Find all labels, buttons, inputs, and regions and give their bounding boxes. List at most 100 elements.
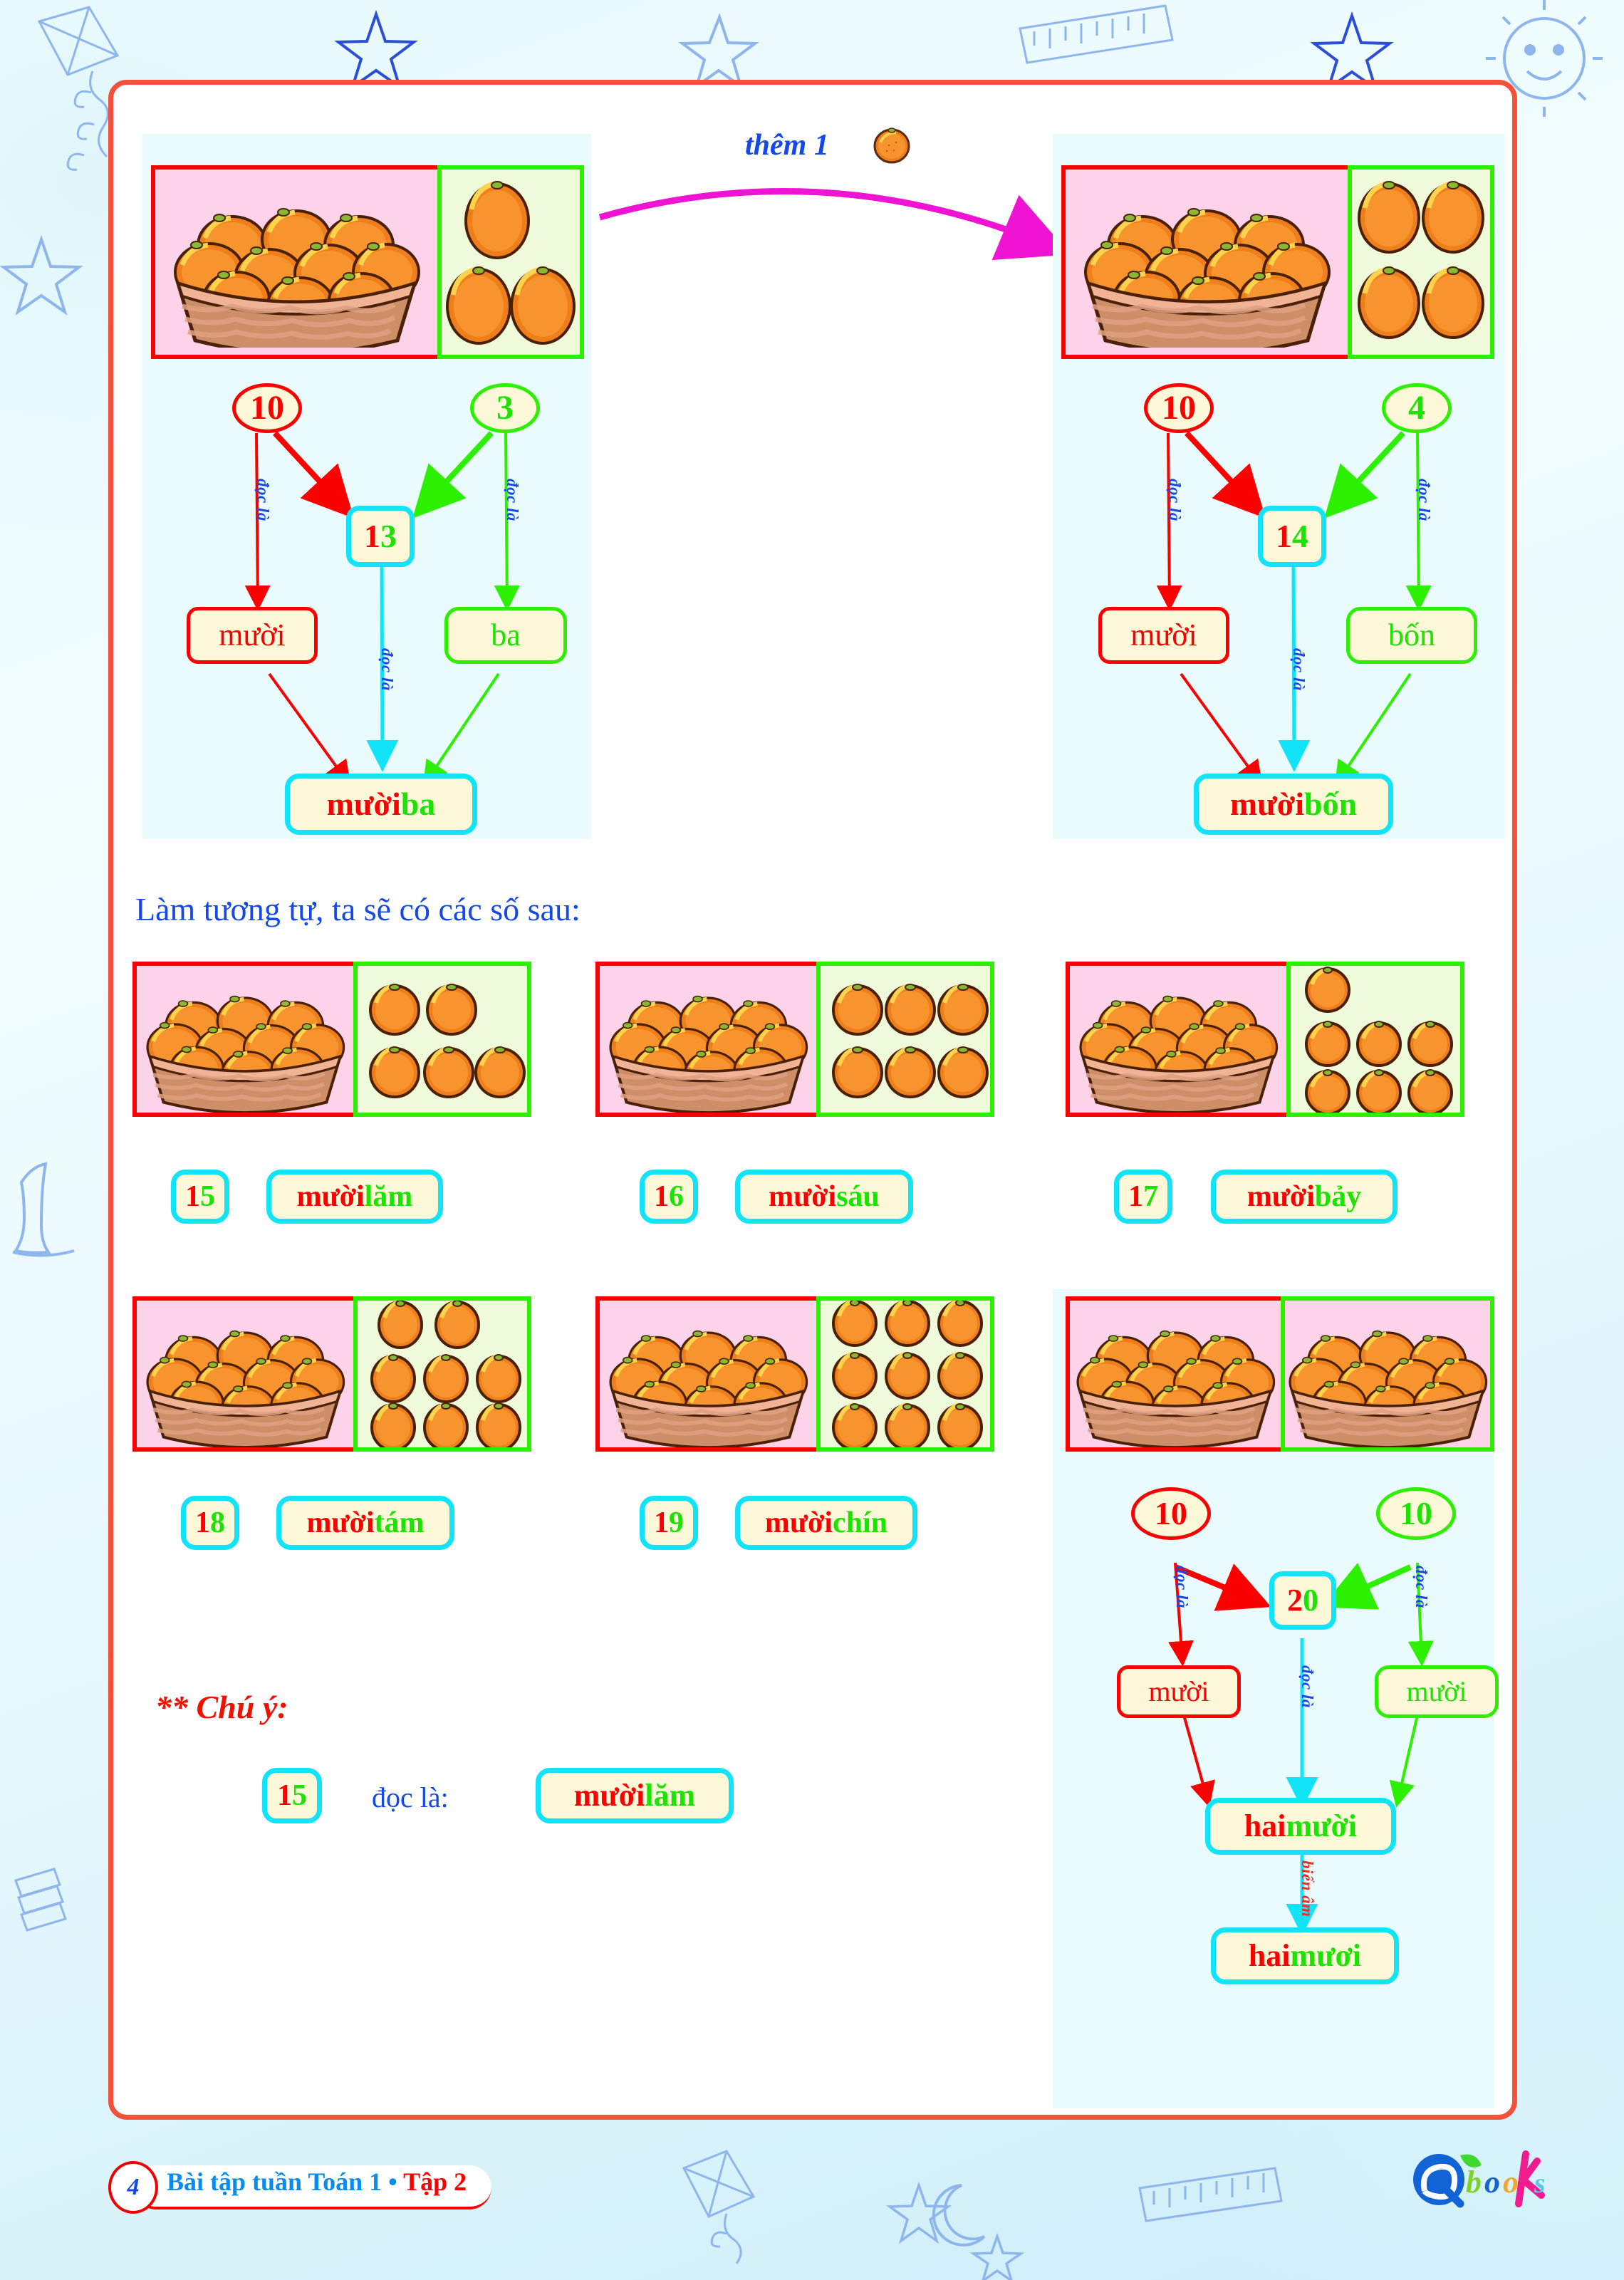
card-box-19 bbox=[595, 1296, 994, 1452]
books-icon bbox=[14, 1868, 67, 1932]
footer: 4 Bài tập tuần Toán 1 • Tập 2 bbox=[108, 2161, 493, 2217]
card-word-15-green: lăm bbox=[364, 1180, 413, 1213]
card-word-18-green: tám bbox=[374, 1506, 425, 1539]
right-label-docla-3: đọc là bbox=[1290, 648, 1308, 691]
left-word-ba: ba bbox=[444, 607, 567, 664]
left-result-muoi-ba: mười ba bbox=[285, 774, 477, 835]
card-num-19-ones: 9 bbox=[669, 1506, 684, 1539]
orange-icon-them bbox=[873, 127, 910, 164]
twenty-final-hai-muoi: hai mươi bbox=[1211, 1927, 1399, 1984]
twenty-sum-box: 20 bbox=[1269, 1571, 1336, 1630]
left-sum-13: 13 bbox=[346, 506, 415, 567]
left-label-docla-3: đọc là bbox=[378, 648, 396, 691]
numeral-one-decoration bbox=[12, 1162, 75, 1257]
star-icon-5 bbox=[885, 2181, 952, 2244]
twenty-word-left-text: mười bbox=[1148, 1675, 1209, 1707]
footer-title-blue: Bài tập tuần Toán 1 bbox=[167, 2167, 389, 2196]
right-label-docla-1: đọc là bbox=[1166, 479, 1184, 521]
card-num-18-ones: 8 bbox=[210, 1506, 225, 1539]
ruler-icon bbox=[1019, 4, 1174, 64]
twenty-word-right-muoi: mười bbox=[1375, 1665, 1499, 1718]
svg-text:s: s bbox=[1534, 2167, 1546, 2199]
star-icon bbox=[334, 9, 418, 90]
right-sum-14-tens: 1 bbox=[1276, 518, 1292, 554]
qbooks-logo: b o o s bbox=[1405, 2148, 1568, 2227]
star-icon-6 bbox=[969, 2232, 1025, 2280]
card-num-17-ones: 7 bbox=[1143, 1180, 1158, 1213]
right-result-green: bốn bbox=[1304, 786, 1358, 822]
card-word-15: mười lăm bbox=[266, 1170, 443, 1224]
note-read-label: đọc là: bbox=[372, 1781, 449, 1813]
left-word-muoi: mười bbox=[187, 607, 318, 664]
card-word-16-green: sáu bbox=[836, 1180, 880, 1213]
card-num-18: 18 bbox=[181, 1496, 239, 1550]
star-icon-2 bbox=[678, 13, 759, 90]
right-word-muoi-text: mười bbox=[1130, 618, 1197, 652]
footer-title-red: Tập 2 bbox=[397, 2167, 467, 2196]
card-word-18: mười tám bbox=[276, 1496, 454, 1550]
left-label-docla-2: đọc là bbox=[504, 479, 521, 521]
twenty-label-docla-1: đọc là bbox=[1173, 1566, 1191, 1608]
card-word-17-green: bảy bbox=[1314, 1180, 1362, 1213]
card-num-15-tens: 1 bbox=[185, 1180, 200, 1213]
left-word-ba-text: ba bbox=[491, 618, 521, 652]
moon-icon bbox=[932, 2184, 986, 2247]
card-num-16-ones: 6 bbox=[669, 1180, 684, 1213]
note-heading: ** Chú ý: bbox=[155, 1689, 288, 1725]
svg-text:b: b bbox=[1466, 2165, 1482, 2200]
left-oval-3: 3 bbox=[470, 383, 540, 433]
card-num-19-tens: 1 bbox=[654, 1506, 669, 1539]
note-word-box: mười lăm bbox=[536, 1768, 734, 1823]
card-word-18-red: mười bbox=[306, 1506, 375, 1539]
twenty-oval-left-text: 10 bbox=[1155, 1495, 1187, 1531]
left-result-green: ba bbox=[400, 786, 436, 822]
card-num-17: 17 bbox=[1114, 1170, 1172, 1224]
card-word-17-red: mười bbox=[1246, 1180, 1315, 1213]
card-word-19: mười chín bbox=[735, 1496, 917, 1550]
twenty-final-green: mươi bbox=[1290, 1938, 1362, 1973]
kite-icon-2 bbox=[682, 2150, 756, 2264]
right-oval-10-text: 10 bbox=[1162, 389, 1196, 427]
star-icon-4 bbox=[0, 234, 83, 316]
right-word-bon-text: bốn bbox=[1388, 618, 1435, 652]
twenty-result-hai-muoi: hai mười bbox=[1205, 1798, 1396, 1855]
card-num-15: 15 bbox=[171, 1170, 229, 1224]
card-word-19-green: chín bbox=[833, 1506, 888, 1539]
kite-icon bbox=[37, 6, 120, 171]
twenty-sum-ones: 0 bbox=[1303, 1583, 1318, 1618]
twenty-label-bienam: biến âm bbox=[1298, 1860, 1316, 1917]
card-word-15-red: mười bbox=[296, 1180, 365, 1213]
card-word-16: mười sáu bbox=[735, 1170, 913, 1224]
right-sum-14-ones: 4 bbox=[1292, 518, 1308, 554]
twenty-label-docla-3: đọc là bbox=[1298, 1665, 1316, 1708]
svg-text:o: o bbox=[1503, 2165, 1519, 2200]
twenty-oval-right-text: 10 bbox=[1400, 1495, 1432, 1531]
note-num-15: 15 bbox=[262, 1768, 322, 1823]
right-label-docla-2: đọc là bbox=[1415, 479, 1433, 521]
right-word-muoi: mười bbox=[1098, 607, 1229, 664]
twenty-oval-right-10: 10 bbox=[1376, 1487, 1456, 1540]
footer-page-number: 4 bbox=[108, 2161, 158, 2214]
right-oval-10: 10 bbox=[1144, 383, 1214, 433]
right-sum-14: 14 bbox=[1258, 506, 1326, 567]
note-num-tens: 1 bbox=[277, 1779, 292, 1812]
twenty-word-left-muoi: mười bbox=[1117, 1665, 1241, 1718]
twenty-result-red: hai bbox=[1244, 1808, 1286, 1843]
left-fruit-box bbox=[151, 165, 584, 359]
card-num-16: 16 bbox=[640, 1170, 698, 1224]
card-num-18-tens: 1 bbox=[195, 1506, 210, 1539]
left-sum-13-tens: 1 bbox=[364, 518, 380, 554]
star-icon-3 bbox=[1310, 11, 1394, 92]
left-oval-3-text: 3 bbox=[496, 389, 514, 427]
card-word-19-red: mười bbox=[764, 1506, 833, 1539]
note-num-ones: 5 bbox=[292, 1779, 307, 1812]
twenty-word-right-text: mười bbox=[1406, 1675, 1467, 1707]
note-word-green: lăm bbox=[645, 1778, 696, 1813]
left-oval-10: 10 bbox=[232, 383, 302, 433]
card-word-16-red: mười bbox=[769, 1180, 837, 1213]
twenty-oval-left-10: 10 bbox=[1131, 1487, 1211, 1540]
twenty-result-green: mười bbox=[1286, 1808, 1358, 1843]
card-box-17 bbox=[1066, 962, 1464, 1117]
note-word-red: mười bbox=[573, 1778, 645, 1813]
left-oval-10-text: 10 bbox=[250, 389, 284, 427]
